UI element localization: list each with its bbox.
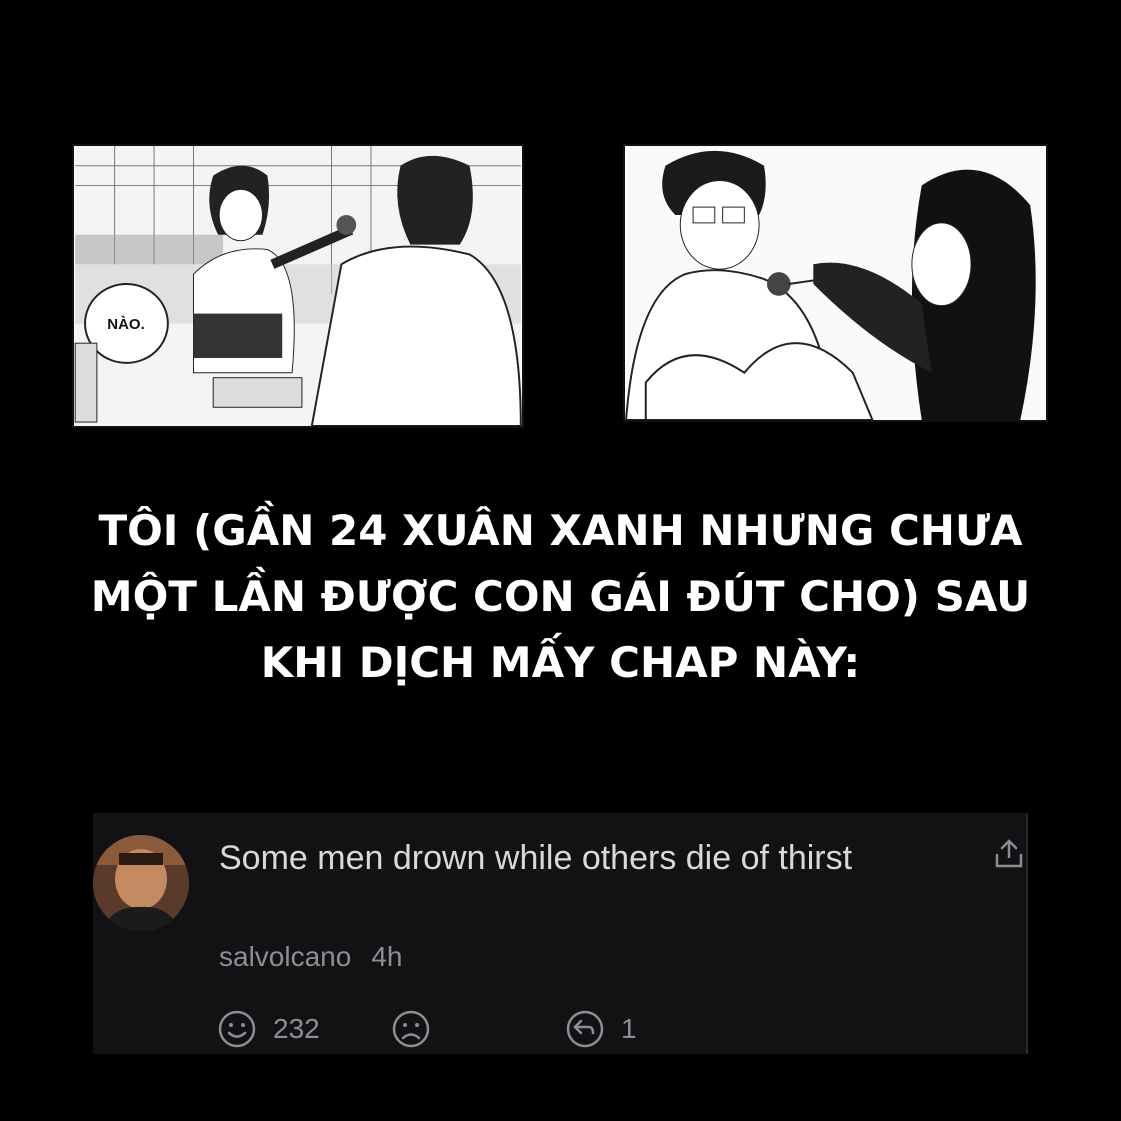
upvote-count: 232	[273, 1013, 320, 1044]
smiley-icon	[218, 1010, 256, 1048]
timestamp: 4h	[371, 941, 403, 972]
dislike-button[interactable]	[391, 1009, 431, 1049]
caption-line: KHI DỊCH MẤY CHAP NÀY:	[260, 638, 861, 687]
caption-text: TÔI (GẦN 24 XUÂN XANH NHƯNG CHƯA MỘT LẦN…	[0, 498, 1121, 696]
frown-icon	[392, 1010, 430, 1048]
manga-illustration-left	[74, 146, 522, 426]
share-icon[interactable]	[992, 837, 1026, 871]
manga-illustration-right	[625, 146, 1045, 420]
reply-count: 1	[621, 1013, 637, 1044]
caption-line: MỘT LẦN ĐƯỢC CON GÁI ĐÚT CHO) SAU	[90, 572, 1031, 621]
comment-meta: salvolcano 4h	[219, 941, 402, 973]
reply-icon	[566, 1010, 604, 1048]
like-button[interactable]: 232	[217, 1009, 320, 1049]
avatar[interactable]	[93, 835, 189, 931]
comment-card: Some men drown while others die of thirs…	[93, 813, 1028, 1054]
username[interactable]: salvolcano	[219, 941, 351, 972]
avatar-photo	[93, 835, 189, 931]
caption-line: TÔI (GẦN 24 XUÂN XANH NHƯNG CHƯA	[98, 506, 1023, 555]
reply-button[interactable]: 1	[565, 1009, 637, 1049]
manga-panel-left: NÀO.	[72, 144, 524, 428]
speech-bubble-text: NÀO.	[107, 316, 145, 333]
comment-text: Some men drown while others die of thirs…	[219, 839, 853, 877]
manga-panel-right	[623, 144, 1048, 422]
comment-actions: 232 1	[217, 1009, 777, 1049]
